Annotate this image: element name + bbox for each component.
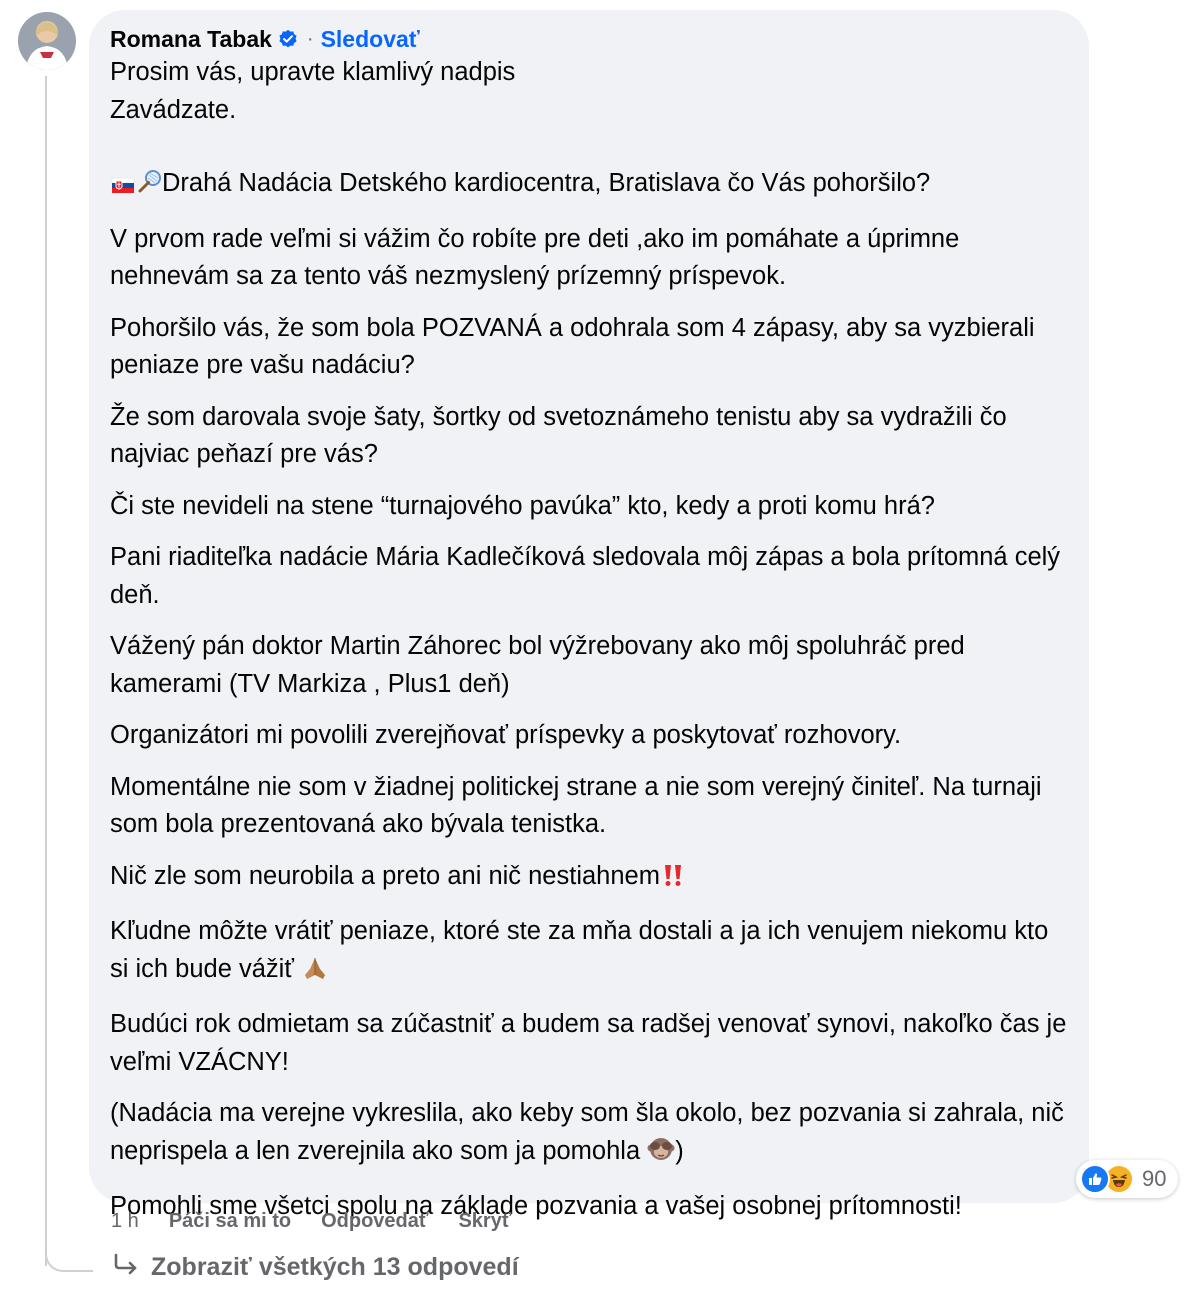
comment-paragraph: Zavádzate.: [110, 95, 237, 124]
comment-paragraph: V prvom rade veľmi si vážim čo robíte pr…: [110, 224, 960, 291]
like-button[interactable]: Páči sa mi to: [169, 1210, 291, 1233]
thread-connector: [45, 1244, 93, 1272]
comment-paragraph: Momentálne nie som v žiadnej politickej …: [110, 772, 1042, 839]
comment-bubble: Romana Tabak · Sledovať Prosim vás, upra…: [89, 10, 1089, 1220]
reaction-count: 90: [1142, 1166, 1167, 1191]
comment-text: Prosim vás, upravte klamlivý nadpis Zavá…: [110, 54, 1069, 1226]
comment-paragraph-text: Kľudne môžte vrátiť peniaze, ktoré ste z…: [110, 917, 1049, 983]
view-replies-label[interactable]: Zobraziť všetkých 13 odpovedí: [151, 1253, 519, 1282]
hide-button[interactable]: Skryť: [458, 1210, 511, 1233]
reply-arrow-icon: [113, 1253, 139, 1282]
slovakia-flag-icon: [110, 169, 136, 207]
avatar[interactable]: [18, 12, 76, 70]
reactions-summary[interactable]: 90: [1076, 1160, 1179, 1198]
comment-paragraph: Drahá Nadácia Detského kardiocentra, Bra…: [110, 165, 1069, 207]
double-exclamation-icon: [660, 862, 686, 900]
follow-button[interactable]: Sledovať: [321, 26, 420, 53]
comment-paragraph-text: (Nadácia ma verejne vykreslila, ako keby…: [110, 1099, 1064, 1165]
thread-line: [45, 76, 47, 1266]
comment-paragraph-text: Drahá Nadácia Detského kardiocentra, Bra…: [162, 169, 931, 197]
comment-paragraph: Vážený pán doktor Martin Záhorec bol výž…: [110, 632, 965, 698]
reply-button[interactable]: Odpovedať: [321, 1210, 428, 1233]
comment-paragraph: Nič zle som neurobila a preto ani nič ne…: [110, 858, 1069, 900]
comment-paragraph: Pani riaditeľka nadácie Mária Kadlečíkov…: [110, 543, 1061, 609]
comment-paragraph: Budúci rok odmietam sa zúčastniť a budem…: [110, 1010, 1067, 1076]
view-replies-link[interactable]: Zobraziť všetkých 13 odpovedí: [113, 1253, 519, 1282]
separator-dot: ·: [306, 27, 314, 50]
comment-paragraph: Organizátori mi povolili zverejňovať prí…: [110, 721, 902, 749]
comment-paragraph-text: ): [675, 1136, 684, 1165]
folded-hands-icon: [301, 955, 329, 993]
comment-timestamp[interactable]: 1 h: [111, 1210, 139, 1233]
verified-badge-icon: [278, 29, 298, 49]
author-name[interactable]: Romana Tabak: [110, 26, 272, 53]
like-reaction-icon: [1080, 1164, 1110, 1194]
comment-paragraph: Či ste nevideli na stene “turnajového pa…: [110, 491, 935, 520]
tennis-racket-icon: [136, 169, 162, 207]
comment-paragraph: (Nadácia ma verejne vykreslila, ako keby…: [110, 1095, 1069, 1174]
comment-paragraph: Prosim vás, upravte klamlivý nadpis: [110, 58, 516, 86]
comment-header: Romana Tabak · Sledovať: [110, 24, 1069, 54]
comment-paragraph: Pohoršilo vás, že som bola POZVANÁ a odo…: [110, 313, 1035, 380]
comment-paragraph: Kľudne môžte vrátiť peniaze, ktoré ste z…: [110, 913, 1069, 992]
see-no-evil-monkey-icon: [647, 1135, 675, 1175]
comment-paragraph-text: Nič zle som neurobila a preto ani nič ne…: [110, 861, 660, 890]
comment-actions: 1 h Páči sa mi to Odpovedať Skryť: [111, 1210, 541, 1233]
comment-paragraph: Že som darovala svoje šaty, šortky od sv…: [110, 402, 1007, 469]
